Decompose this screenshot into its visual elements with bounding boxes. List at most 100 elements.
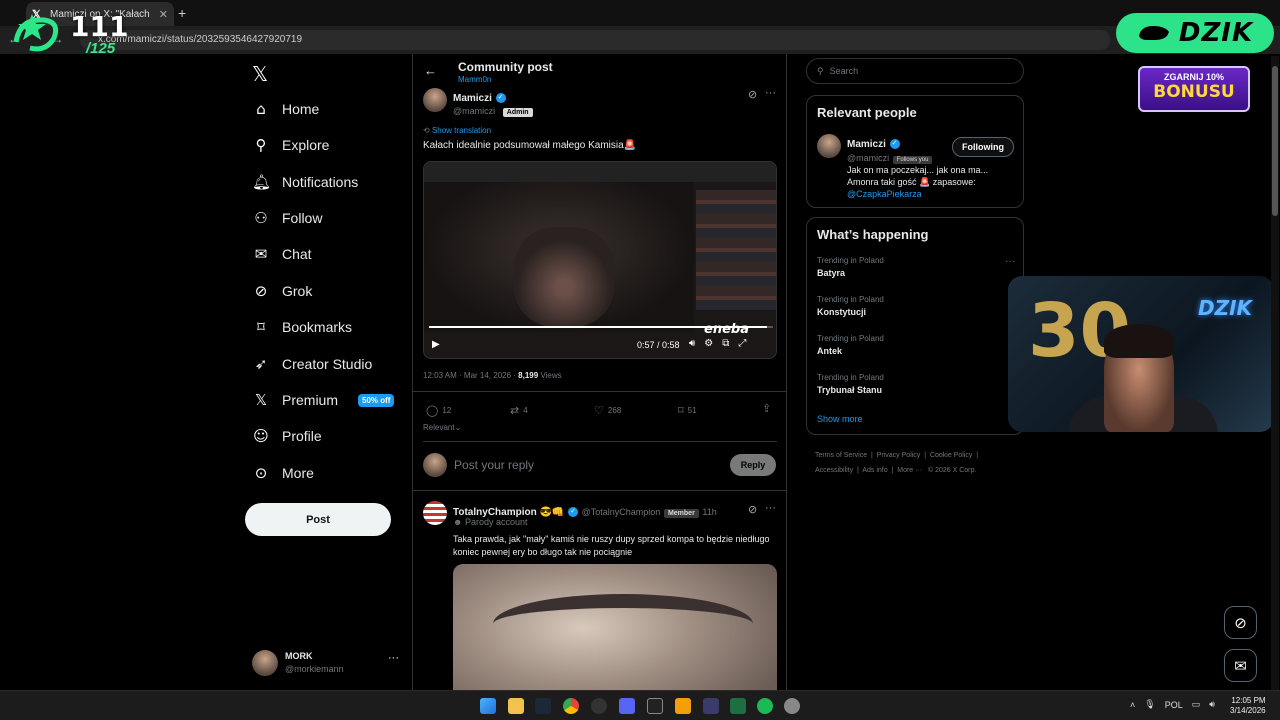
grok-fab-icon[interactable]: ⊘ [1224,606,1257,639]
app-icon[interactable] [647,698,663,714]
reply-sort-dropdown[interactable]: Relevant⌄ [423,423,461,432]
footer-link[interactable]: Cookie Policy [930,452,972,459]
post-text: Kałach idealnie podsumował małego Kamisi… [423,140,637,151]
page-scrollbar[interactable] [1271,56,1279,696]
show-more-link[interactable]: Show more [817,414,863,424]
address-bar[interactable]: x.com/mamiczi/status/2032593546427920719 [80,30,1110,50]
taskbar-clock[interactable]: 12:05 PM 3/14/2026 [1230,696,1266,716]
footer-link[interactable]: Privacy Policy [877,452,921,459]
video-time: 0:57 / 0:58 [637,340,680,350]
bio-link[interactable]: @CzapkaPiekarza [847,189,922,199]
more-dots-icon[interactable]: ··· [388,652,399,664]
heart-icon: ♡ [594,404,604,417]
grok-icon[interactable]: ⊘ [748,88,757,101]
comment-icon: ◯ [426,404,439,417]
webcam-overlay: 30 DZIK [1008,276,1274,432]
excel-icon[interactable] [730,698,746,714]
reply-button[interactable]: Reply [730,454,776,476]
bookmark-button[interactable]: ⌑ 51 [678,404,697,417]
more-dots-icon[interactable]: ··· [1005,256,1015,267]
windows-taskbar: ˄ 🎙︎ POL ▭ 🔊︎ 12:05 PM 3/14/2026 [0,690,1280,720]
like-button[interactable]: ♡ 268 [594,404,621,417]
tab-close-icon[interactable]: ✕ [159,8,168,21]
account-name: MORK [285,651,313,661]
obs-icon[interactable] [591,698,607,714]
star-swirl-icon [13,14,59,52]
nav-item-chat[interactable]: ✉ Chat [252,241,312,267]
divider [413,490,786,491]
reply-input[interactable]: Post your reply [454,458,534,472]
more-dots-icon[interactable]: ··· [765,502,776,514]
mic-icon[interactable]: 🎙︎ [1144,699,1155,710]
bonus-promo-banner[interactable]: ZGARNIJ 10% BONUSU [1138,66,1250,112]
footer-link[interactable]: Terms of Service [815,452,867,459]
account-switcher[interactable]: MORK @morkiemann ··· [252,648,402,678]
reply-age: 11h [702,507,717,517]
new-tab-icon[interactable]: + [178,5,186,21]
nav-item-more[interactable]: ⊙ More [252,460,314,486]
bell-icon: 🔔︎ [252,173,272,191]
nav-item-creator-studio[interactable]: ➶ Creator Studio [252,351,373,377]
footer-link[interactable]: Ads info [862,467,887,474]
system-tray[interactable]: ˄ 🎙︎ POL ▭ 🔊︎ [1130,699,1215,710]
video-player[interactable]: eneba ▶ 0:57 / 0:58 🔊︎⚙⧉⤢ [423,161,777,359]
nav-label: Premium [282,392,339,408]
avatar[interactable] [817,134,841,158]
trend-label: Trending in Poland [817,256,884,265]
mail-icon: ✉ [254,245,268,263]
video-frame-sidebar [696,190,776,310]
show-translation-link[interactable]: ⟲ Show translation [423,126,491,135]
person-name-row[interactable]: Mamiczi ✓ [847,135,900,150]
chrome-icon[interactable] [563,698,579,714]
following-button[interactable]: Following [952,137,1014,157]
footer-link[interactable]: More ··· [897,467,922,474]
trend-item[interactable]: Trending in Poland Antek [817,334,884,356]
avatar[interactable] [423,88,447,112]
nav-item-notifications[interactable]: 🔔︎ Notifications [252,169,358,195]
trend-item[interactable]: Trending in Poland Trybunał Stanu [817,373,884,395]
reply-count-button[interactable]: ◯ 12 [426,404,451,417]
trend-item[interactable]: Trending in Poland Konstytucji [817,295,884,317]
nav-item-profile[interactable]: ☺ Profile [252,423,322,449]
x-logo-icon[interactable]: 𝕏 [252,62,268,86]
nav-item-explore[interactable]: ⚲ Explore [252,132,330,158]
nav-item-premium[interactable]: 𝕏 Premium 50% off [252,387,395,413]
back-arrow-icon[interactable]: ← [424,63,437,78]
community-name[interactable]: Mamm0n [458,75,491,84]
footer-link[interactable]: Accessibility [815,467,853,474]
share-icon[interactable]: ⇪ [762,402,771,415]
avatar[interactable] [423,501,447,525]
messages-fab-icon[interactable]: ✉ [1224,649,1257,682]
reply-author[interactable]: TotalnyChampion 😎👊 ✓ @TotalnyChampion Me… [453,503,717,518]
scrollbar-thumb[interactable] [1272,66,1278,216]
settings-icon[interactable] [784,698,800,714]
post-button[interactable]: Post [245,503,391,536]
app-icon[interactable] [675,698,691,714]
start-icon[interactable] [480,698,496,714]
app-icon[interactable] [703,698,719,714]
more-dots-icon[interactable]: ··· [765,87,776,99]
display-icon[interactable]: ▭ [1192,699,1201,710]
steam-icon[interactable] [535,698,551,714]
discord-icon[interactable] [619,698,635,714]
more-circle-icon: ⊙ [254,464,268,482]
trend-item[interactable]: Trending in Poland Batyra [817,256,884,278]
play-icon[interactable]: ▶ [432,339,440,350]
nav-item-grok[interactable]: ⊘ Grok [252,278,313,304]
video-controls-icon[interactable]: 🔊︎⚙⧉⤢ [689,338,755,349]
nav-label: Notifications [282,174,359,190]
volume-icon[interactable]: 🔊︎ [1209,699,1215,710]
grok-icon[interactable]: ⊘ [748,503,757,516]
repost-icon: ⇄ [510,404,520,417]
search-input[interactable]: ⚲ Search [806,58,1024,84]
file-explorer-icon[interactable] [508,698,524,714]
chevron-up-icon[interactable]: ˄ [1130,700,1135,710]
nav-item-bookmarks[interactable]: ⌑ Bookmarks [252,314,352,340]
language-indicator[interactable]: POL [1165,700,1183,710]
nav-item-home[interactable]: ⌂ Home [252,96,319,122]
bookmark-count: 51 [687,406,697,415]
spotify-icon[interactable] [757,698,773,714]
nav-item-follow[interactable]: ⚇ Follow [252,205,322,231]
translate-icon: ⟲ [423,126,430,135]
repost-button[interactable]: ⇄ 4 [510,404,528,417]
